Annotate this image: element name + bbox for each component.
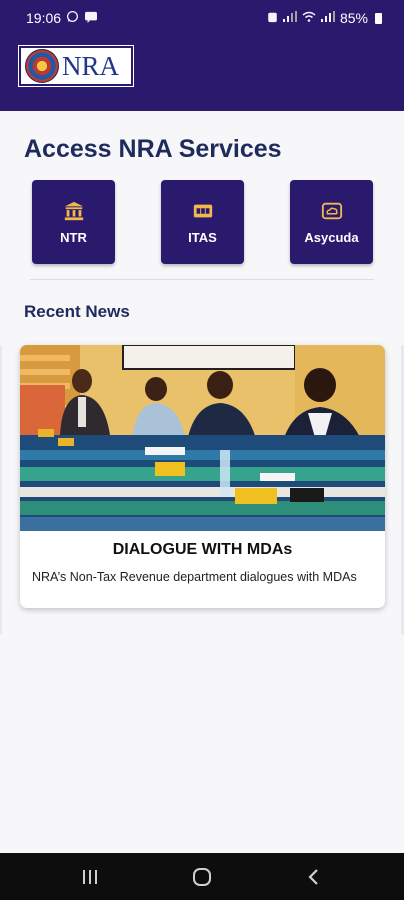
ntr-service-button[interactable]: NTR bbox=[32, 180, 115, 264]
services-title: Access NRA Services bbox=[24, 135, 282, 163]
app-bar: NRA bbox=[0, 36, 404, 111]
news-description: NRA’s Non-Tax Revenue department dialogu… bbox=[32, 570, 357, 584]
services-grid: NTR ITAS Asycuda bbox=[32, 180, 374, 264]
status-left: 19:06 bbox=[26, 10, 98, 26]
seal-icon bbox=[25, 49, 59, 83]
wifi-icon bbox=[302, 11, 316, 25]
whatsapp-icon bbox=[66, 10, 79, 26]
news-heading: DIALOGUE WITH MDAs bbox=[112, 541, 293, 558]
status-bar: 19:06 85% bbox=[0, 0, 404, 36]
asycuda-service-button[interactable]: Asycuda bbox=[290, 180, 373, 264]
main-content: Access NRA Services NTR ITAS Asycuda Rec… bbox=[0, 111, 404, 853]
section-divider bbox=[30, 279, 374, 280]
status-right: 85% bbox=[267, 10, 382, 26]
ntr-label: NTR bbox=[60, 229, 87, 245]
cloud-icon bbox=[321, 202, 342, 219]
back-icon[interactable] bbox=[302, 865, 326, 889]
battery-percent: 85% bbox=[339, 10, 368, 26]
battery-icon bbox=[375, 12, 382, 24]
itas-service-button[interactable]: ITAS bbox=[161, 180, 244, 264]
previous-news-card-peek[interactable] bbox=[0, 345, 2, 635]
signal-icon bbox=[282, 11, 297, 25]
news-card[interactable]: DIALOGUE WITH MDAs NRA’s Non-Tax Revenue… bbox=[20, 345, 385, 608]
recents-icon[interactable] bbox=[78, 865, 102, 889]
home-icon[interactable] bbox=[190, 865, 214, 889]
system-nav-bar bbox=[0, 853, 404, 900]
bank-icon bbox=[64, 201, 83, 220]
logo-text: NRA bbox=[62, 50, 120, 81]
status-time: 19:06 bbox=[26, 10, 62, 26]
itas-label: ITAS bbox=[188, 229, 217, 245]
messaging-icon bbox=[84, 11, 98, 26]
alarm-icon bbox=[267, 11, 278, 26]
signal-icon bbox=[320, 11, 335, 25]
news-photo bbox=[20, 345, 385, 531]
recent-news-title: Recent News bbox=[24, 302, 130, 321]
asycuda-label: Asycuda bbox=[304, 229, 359, 245]
nra-logo: NRA bbox=[18, 45, 134, 87]
card-icon bbox=[193, 204, 212, 217]
